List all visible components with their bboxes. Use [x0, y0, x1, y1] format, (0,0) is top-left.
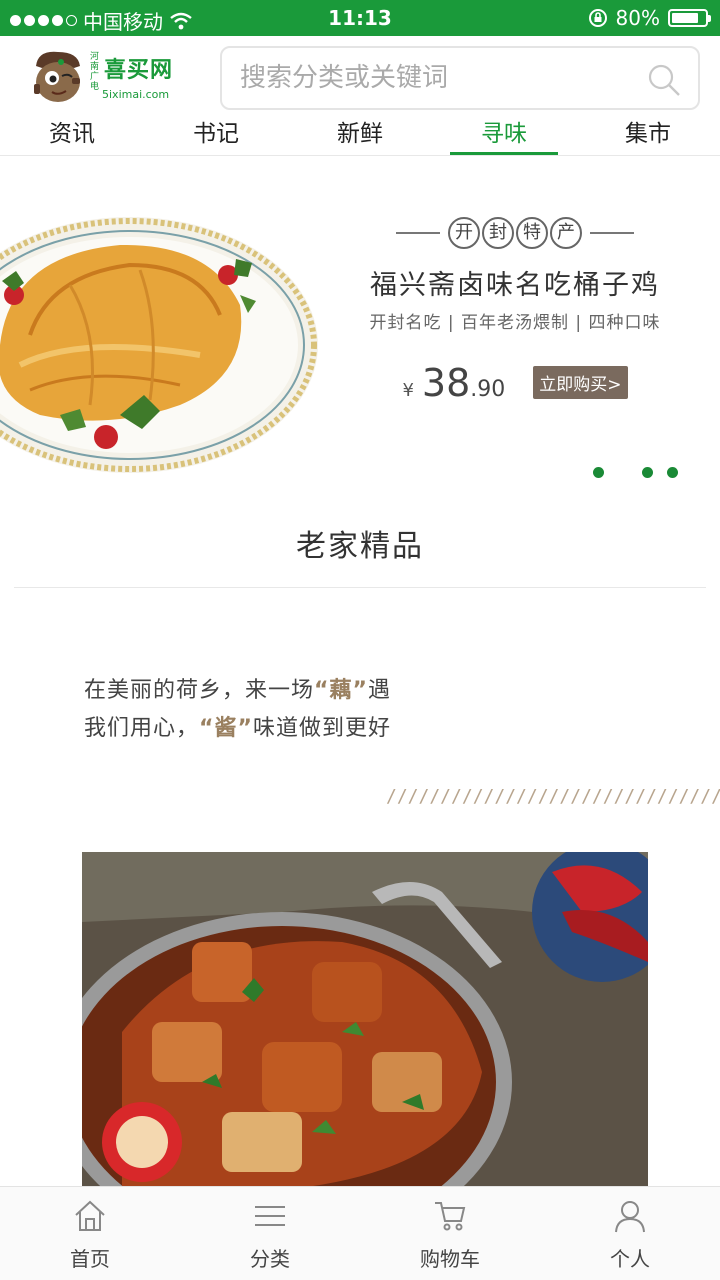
copy-text: 味道做到更好	[252, 716, 391, 741]
price-integer: 38	[421, 361, 471, 405]
tab-label: 书记	[193, 121, 239, 147]
curry-pot-image	[82, 852, 648, 1190]
divider	[396, 232, 440, 234]
category-tabs: 资讯 书记 新鲜 寻味 集市	[0, 116, 720, 156]
tab-market[interactable]: 集市	[576, 116, 720, 155]
search-input[interactable]	[240, 58, 640, 98]
seal-char: 封	[482, 217, 514, 249]
mascot-logo-icon	[34, 51, 80, 102]
carousel-indicators	[593, 467, 678, 478]
status-bar: 中国移动 11:13 80%	[0, 0, 720, 36]
carousel-dot[interactable]	[593, 467, 604, 478]
decorative-slashes: ////////////////////////////////	[386, 786, 720, 807]
carousel-dot[interactable]	[642, 467, 653, 478]
copy-highlight: “酱”	[199, 716, 253, 741]
battery-fill	[672, 13, 698, 23]
status-right: 80%	[588, 6, 711, 30]
promo-subtitle: 开封名吃 | 百年老汤煨制 | 四种口味	[369, 313, 661, 333]
user-icon	[615, 1201, 645, 1233]
home-icon	[75, 1200, 105, 1231]
chicken-plate-image	[0, 217, 318, 473]
nav-home[interactable]: 首页	[0, 1187, 180, 1280]
tab-fresh[interactable]: 新鲜	[288, 116, 432, 155]
menu-icon	[255, 1206, 285, 1226]
logo[interactable]: 河南广电 喜买网 5iximai.com	[28, 46, 178, 108]
search-box[interactable]	[220, 46, 700, 110]
nav-profile[interactable]: 个人	[540, 1187, 720, 1280]
dish-photo[interactable]	[82, 852, 648, 1190]
orientation-lock-icon	[588, 9, 607, 27]
copy-text: 遇	[367, 678, 391, 703]
nav-label: 购物车	[420, 1247, 480, 1271]
price-decimal: .90	[470, 377, 506, 402]
nav-label: 首页	[70, 1247, 110, 1271]
battery-percent: 80%	[615, 6, 660, 30]
promo-price-row: ¥ 38 .90 立即购买>	[330, 361, 700, 405]
promo-seal: 开 封 特 产	[448, 217, 582, 249]
seal-char: 特	[516, 217, 548, 249]
nav-cart[interactable]: 购物车	[360, 1187, 540, 1280]
bottom-tab-bar: 首页 分类 购物车 个人	[0, 1186, 720, 1280]
copy-highlight: “藕”	[314, 678, 368, 703]
promo-banner[interactable]: 开 封 特 产 福兴斋卤味名吃桶子鸡 开封名吃 | 百年老汤煨制 | 四种口味 …	[0, 157, 720, 502]
copy-text: 我们用心，	[84, 716, 200, 741]
tab-label: 资讯	[49, 121, 95, 147]
battery-icon	[668, 9, 711, 27]
section-copy: 在美丽的荷乡，来一场“藕”遇 我们用心，“酱”味道做到更好	[84, 672, 391, 748]
tab-label: 寻味	[481, 121, 527, 147]
seal-char: 开	[448, 217, 480, 249]
tab-label: 集市	[625, 121, 671, 147]
header: 河南广电 喜买网 5iximai.com	[0, 36, 720, 116]
tab-label: 新鲜	[337, 121, 383, 147]
nav-category[interactable]: 分类	[180, 1187, 360, 1280]
promo-title: 福兴斋卤味名吃桶子鸡	[370, 270, 660, 301]
app-screen: 中国移动 11:13 80% 河南广电 喜买网 5iximai.com 搜索分类…	[0, 0, 720, 1280]
tab-flavor[interactable]: 寻味	[432, 116, 576, 155]
section-title: 老家精品	[14, 520, 706, 588]
logo-name: 喜买网	[104, 58, 174, 83]
carousel-dot[interactable]	[667, 467, 678, 478]
buy-now-button[interactable]: 立即购买>	[533, 366, 628, 399]
search-icon[interactable]	[646, 62, 682, 98]
currency-symbol: ¥	[402, 380, 414, 401]
divider	[590, 232, 634, 234]
logo-side-text: 河南广电	[90, 52, 100, 92]
copy-line-1: 在美丽的荷乡，来一场“藕”遇	[84, 672, 391, 710]
cart-icon	[435, 1202, 466, 1231]
tab-news[interactable]: 资讯	[0, 116, 144, 155]
copy-line-2: 我们用心，“酱”味道做到更好	[84, 710, 391, 748]
logo-domain: 5iximai.com	[102, 88, 170, 101]
copy-text: 在美丽的荷乡，来一场	[84, 678, 315, 703]
nav-label: 分类	[250, 1247, 290, 1271]
promo-text: 开 封 特 产 福兴斋卤味名吃桶子鸡 开封名吃 | 百年老汤煨制 | 四种口味 …	[330, 217, 700, 405]
nav-label: 个人	[610, 1247, 650, 1271]
promo-tag-row: 开 封 特 产	[330, 217, 700, 249]
tab-secretary[interactable]: 书记	[144, 116, 288, 155]
seal-char: 产	[550, 217, 582, 249]
